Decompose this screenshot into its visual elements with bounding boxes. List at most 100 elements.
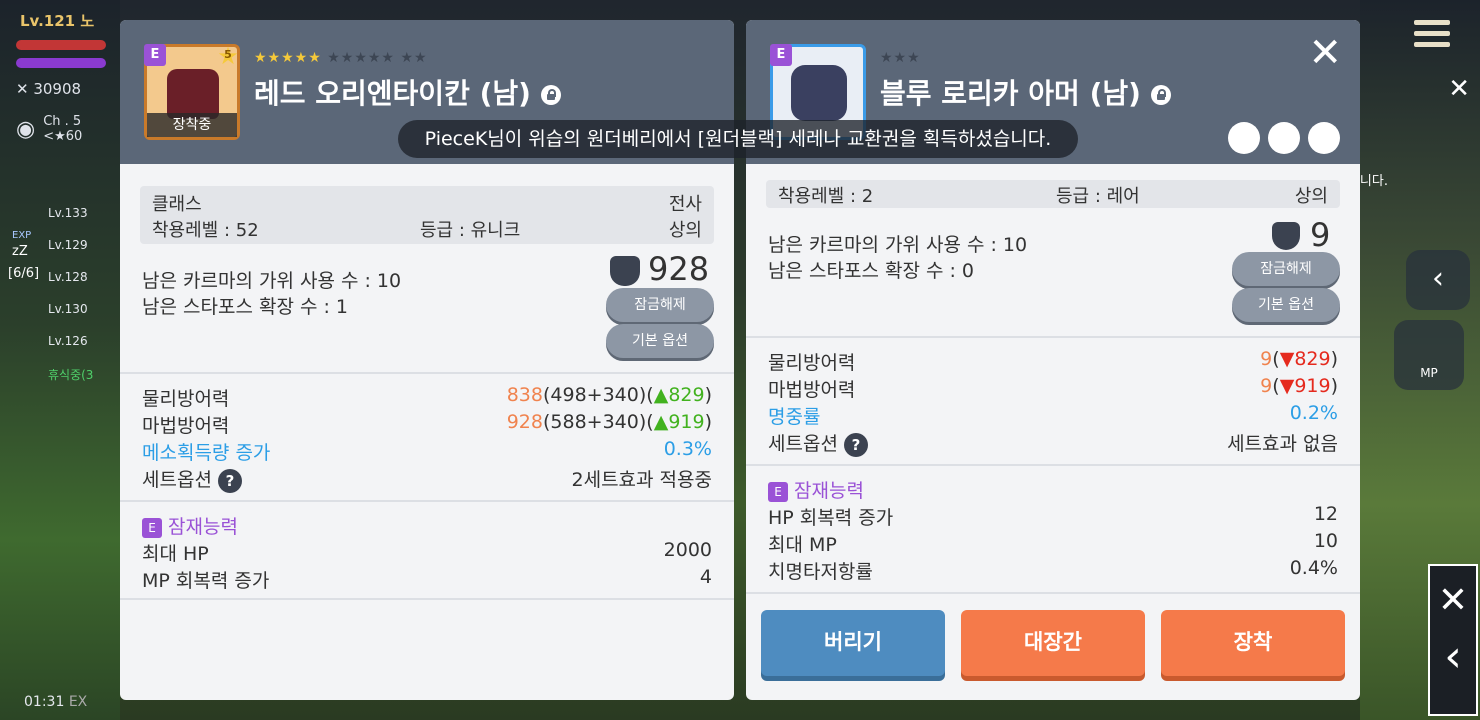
no-trade-icon[interactable] (1308, 122, 1340, 154)
accuracy-value: 0.2% (1289, 402, 1338, 424)
mp-potion-button[interactable]: MP (1394, 320, 1464, 390)
close-icon[interactable]: ✕ (1448, 74, 1470, 104)
shield-icon (1272, 222, 1300, 250)
party-member[interactable]: Lv.130 (48, 302, 88, 316)
exchange-icon[interactable] (1228, 122, 1260, 154)
scale-icon[interactable] (1268, 122, 1300, 154)
stat-value: 928(588+340)(▲919) (506, 411, 712, 433)
stat-label: 물리방어력 (142, 388, 230, 410)
close-icon[interactable]: ✕ (1430, 580, 1476, 621)
game-clock: 01:31 EX (24, 694, 88, 710)
item-requirements: 클래스 전사 착용레벨 : 52 등급 : 유니크 상의 (140, 186, 714, 244)
starforce-expand-count: 남은 스타포스 확장 수 : 1 (142, 296, 349, 318)
close-icon[interactable]: ✕ (1308, 30, 1342, 76)
divider (746, 592, 1360, 594)
karma-scissors-count: 남은 카르마의 가위 사용 수 : 10 (768, 234, 1028, 256)
party-status: 휴식중(3 (48, 368, 94, 382)
potential-label: 치명타저항률 (768, 561, 873, 583)
divider (120, 372, 734, 374)
lock-icon (1150, 85, 1171, 105)
basic-option-button[interactable]: 기본 옵션 (606, 324, 714, 358)
hp-bar (16, 40, 106, 50)
class-value: 전사 (668, 194, 702, 215)
potential-value: 0.4% (1289, 557, 1338, 579)
potential-label: MP 회복력 증가 (142, 570, 270, 592)
menu-icon[interactable] (1414, 20, 1450, 50)
potential-value: 2000 (663, 539, 712, 561)
unlock-button[interactable]: 잠금해제 (606, 288, 714, 322)
potential-grade-badge: E (768, 481, 788, 502)
karma-scissors-count: 남은 카르마의 가위 사용 수 : 10 (142, 270, 402, 292)
party-member[interactable]: Lv.133 (48, 206, 88, 220)
stat-label: 마법방어력 (768, 379, 856, 401)
set-option: 세트옵션? (768, 429, 868, 457)
help-icon[interactable]: ? (217, 468, 242, 493)
item-grade: 등급 : 레어 (1056, 186, 1140, 207)
potential-value: 10 (1313, 530, 1338, 552)
party-member[interactable]: Lv.129 (48, 238, 88, 252)
exp-label: EXP (12, 230, 32, 241)
item-name: 레드 오리엔타이칸 (남) (254, 72, 561, 112)
item-grade: 등급 : 유니크 (420, 220, 521, 241)
blacksmith-button[interactable]: 대장간 (961, 610, 1145, 676)
stat-label: 물리방어력 (768, 352, 856, 374)
help-icon[interactable]: ? (843, 432, 868, 457)
item-power: 9 (1310, 216, 1331, 254)
potential-value: 4 (699, 566, 712, 588)
meso-gain-value: 0.3% (663, 438, 712, 460)
potential-label: 최대 HP (142, 543, 209, 565)
divider (746, 336, 1360, 338)
divider (746, 464, 1360, 466)
potential-title: E 잠재능력 (768, 476, 864, 503)
divider (120, 598, 734, 600)
divider (120, 500, 734, 502)
potential-label: 최대 MP (768, 534, 837, 556)
party-count: [6/6] (8, 266, 40, 281)
item-power: 928 (648, 250, 710, 288)
map-pin-icon: ◉ (16, 116, 36, 142)
mp-bar (16, 58, 106, 68)
stat-value: 9(▼829) (1260, 348, 1338, 370)
set-option-value: 세트효과 없음 (1227, 433, 1338, 455)
basic-option-button[interactable]: 기본 옵션 (1232, 288, 1340, 322)
star-force-rating: ★★★ (880, 50, 921, 66)
starforce-expand-count: 남은 스타포스 확장 수 : 0 (768, 260, 975, 282)
stat-label: 마법방어력 (142, 415, 230, 437)
system-notification: PieceK님이 위습의 원더베리에서 [원더블랙] 세레나 교환권을 획득하셨… (398, 120, 1078, 158)
item-slot: 상의 (668, 220, 702, 241)
stat-value: 838(498+340)(▲829) (506, 384, 712, 406)
party-member[interactable]: Lv.128 (48, 270, 88, 284)
grade-badge: E (770, 44, 792, 66)
required-level: 착용레벨 : 2 (778, 186, 874, 207)
stat-value: 9(▼919) (1260, 375, 1338, 397)
equip-button[interactable]: 장착 (1161, 610, 1345, 676)
bottom-right-controls: ✕ ‹ (1428, 564, 1478, 716)
potential-grade-badge: E (142, 517, 162, 538)
chevron-left-icon[interactable]: ‹ (1430, 631, 1476, 682)
discard-button[interactable]: 버리기 (761, 610, 945, 676)
combat-power: ✕ 30908 (16, 80, 82, 98)
potential-title: E 잠재능력 (142, 512, 238, 539)
channel-info[interactable]: ◉ Ch . 5 <★60 (16, 114, 82, 144)
star-level: 5 (224, 48, 232, 61)
class-label: 클래스 (152, 194, 202, 215)
star-force-rating: ★★★★★ ★★★★★ ★★ (254, 50, 428, 66)
item-slot: 상의 (1294, 186, 1328, 207)
chevron-left-icon[interactable]: ‹ (1406, 250, 1470, 310)
shield-icon (610, 256, 640, 286)
armor-icon (791, 65, 847, 121)
item-name: 블루 로리카 아머 (남) (880, 72, 1171, 112)
game-left-scene (0, 0, 120, 720)
set-option: 세트옵션? (142, 465, 242, 493)
unlock-button[interactable]: 잠금해제 (1232, 252, 1340, 286)
accuracy-label: 명중률 (768, 406, 821, 428)
sleep-indicator: zZ (12, 244, 28, 259)
party-member[interactable]: Lv.126 (48, 334, 88, 348)
item-requirements: 착용레벨 : 2 등급 : 레어 상의 (766, 180, 1340, 208)
meso-gain-label: 메소획득량 증가 (142, 442, 271, 464)
equipped-label: 장착중 (147, 113, 237, 137)
set-option-value: 2세트효과 적용중 (571, 469, 713, 491)
armor-icon (167, 69, 219, 119)
potential-label: HP 회복력 증가 (768, 507, 894, 529)
lock-icon (540, 85, 561, 105)
